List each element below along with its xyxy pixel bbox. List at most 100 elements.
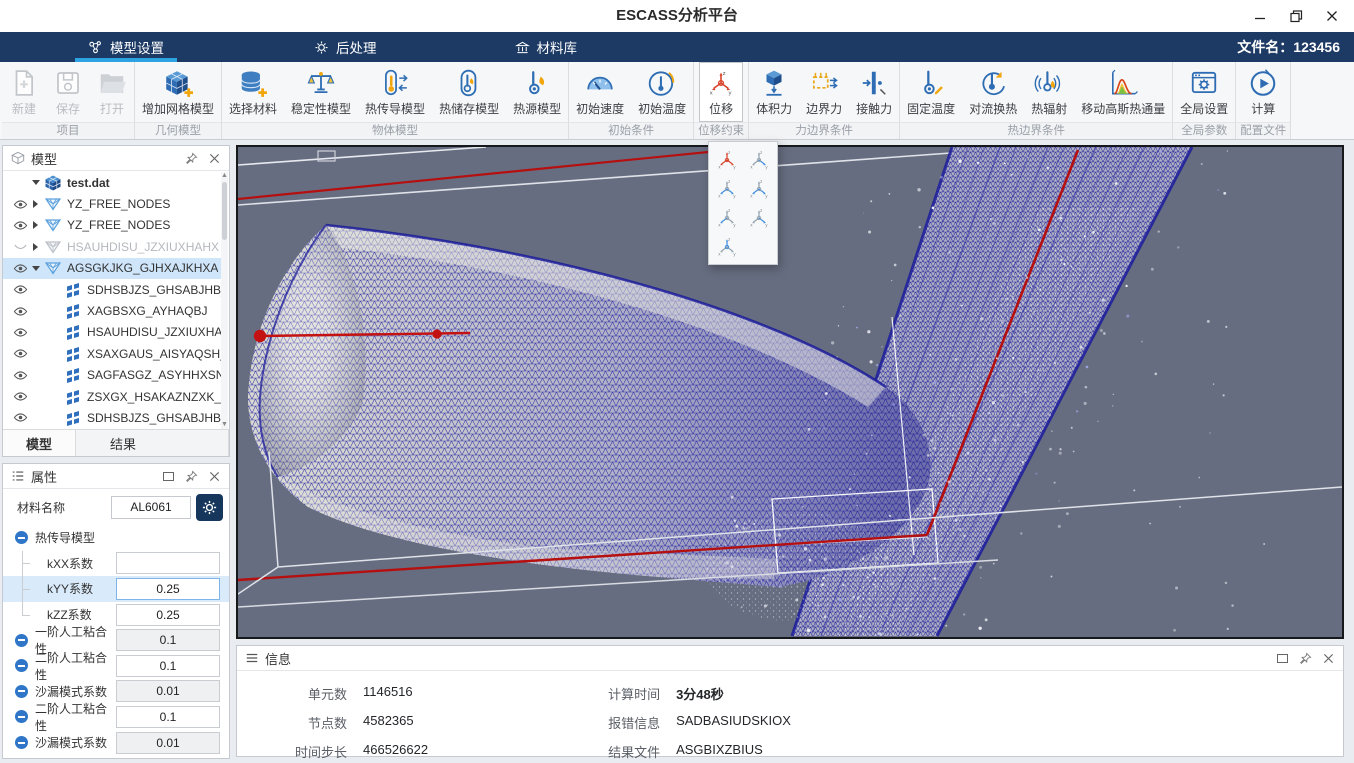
close-panel-icon[interactable] — [207, 469, 221, 483]
tree-item[interactable]: test.dat — [3, 172, 221, 193]
property-value-input[interactable] — [116, 552, 220, 574]
expander-down-icon[interactable] — [29, 266, 42, 271]
restore-button[interactable] — [1278, 0, 1314, 32]
heat-storage-model-button[interactable]: 热储存模型 — [432, 62, 506, 122]
pin-icon[interactable] — [184, 469, 198, 483]
expander-right-icon[interactable] — [29, 200, 42, 208]
model-panel: 模型 test.datYZ_FREE_NODESYZ_FREE_NODESHSA… — [2, 145, 230, 457]
global-settings-button[interactable]: 全局设置 — [1173, 62, 1235, 122]
tab-model-settings[interactable]: 模型设置 — [72, 32, 180, 62]
tree-scrollbar[interactable]: ▲ ▼ — [221, 172, 228, 429]
minus-circle-icon[interactable] — [15, 685, 28, 698]
pin-icon[interactable] — [184, 151, 198, 165]
minus-circle-icon[interactable] — [15, 736, 28, 749]
tab-post-process[interactable]: 后处理 — [298, 32, 393, 62]
open-folder-button[interactable]: 打开 — [90, 62, 134, 122]
minus-circle-icon[interactable] — [15, 710, 28, 723]
property-value-input[interactable] — [116, 706, 220, 728]
visibility-icon[interactable] — [11, 261, 29, 276]
tree-item[interactable]: XSAXGAUS_AISYAQSH_ASHX — [3, 343, 221, 364]
tree-item[interactable]: AGSGKJKG_GJHXAJKHXA — [3, 258, 221, 279]
tree-item[interactable]: XAGBSXG_AYHAQBJ — [3, 300, 221, 321]
displacement-option-4[interactable]: zxy — [743, 174, 775, 203]
expander-right-icon[interactable] — [29, 243, 42, 251]
viewport-3d[interactable] — [236, 145, 1344, 639]
displacement-option-2[interactable]: zxy — [743, 145, 775, 174]
visibility-icon[interactable] — [11, 389, 29, 404]
tree-item[interactable]: HSAUHDISU_JZXIUXHAHX — [3, 322, 221, 343]
displacement-option-6[interactable]: zxy — [743, 203, 775, 232]
material-name-input[interactable] — [111, 496, 191, 519]
displacement-option-5[interactable]: zxy — [711, 203, 743, 232]
scroll-down-icon[interactable]: ▼ — [221, 421, 228, 429]
visibility-icon[interactable] — [11, 197, 29, 212]
property-row[interactable]: kYY系数 — [3, 576, 229, 602]
minus-circle-icon[interactable] — [15, 531, 28, 544]
property-row[interactable]: 二阶人工粘合性 — [3, 653, 229, 679]
restore-panel-icon[interactable] — [1275, 651, 1289, 665]
property-value-input[interactable] — [116, 680, 220, 702]
tree-item[interactable]: YZ_FREE_NODES — [3, 193, 221, 214]
minus-circle-icon[interactable] — [15, 634, 28, 647]
tab-results[interactable]: 结果 — [76, 430, 229, 456]
visibility-icon[interactable] — [11, 368, 29, 383]
tree-item[interactable]: YZ_FREE_NODES — [3, 215, 221, 236]
property-value-input[interactable] — [116, 732, 220, 754]
visibility-icon[interactable] — [11, 410, 29, 425]
new-file-button[interactable]: 新建 — [2, 62, 46, 122]
close-button[interactable] — [1314, 0, 1350, 32]
add-mesh-model-button[interactable]: 增加网格模型 — [135, 62, 221, 122]
displacement-option-1[interactable]: zxy — [711, 145, 743, 174]
property-value-input[interactable] — [116, 655, 220, 677]
property-row[interactable]: 二阶人工粘合性 — [3, 704, 229, 730]
visibility-off-icon[interactable] — [11, 239, 29, 254]
displacement-option-7[interactable]: zxy — [711, 232, 743, 261]
compute-button[interactable]: 计算 — [1241, 62, 1285, 122]
property-value-input[interactable] — [116, 604, 220, 626]
tab-material-library[interactable]: 材料库 — [499, 32, 594, 62]
tree-item[interactable]: SDHSBJZS_GHSABJHB_ZAHU — [3, 407, 221, 428]
property-value-input[interactable] — [116, 629, 220, 651]
body-force-button[interactable]: 体积力 — [749, 62, 799, 122]
boundary-force-button[interactable]: 边界力 — [799, 62, 849, 122]
property-row[interactable]: kXX系数 — [3, 551, 229, 577]
visibility-icon[interactable] — [11, 346, 29, 361]
tree-item[interactable]: ZSXGX_HSAKAZNZXK_AHASX — [3, 386, 221, 407]
expander-right-icon[interactable] — [29, 221, 42, 229]
scrollbar-thumb[interactable] — [222, 182, 227, 240]
minimize-button[interactable] — [1242, 0, 1278, 32]
initial-temperature-button[interactable]: 初始温度 — [631, 62, 693, 122]
tree-item[interactable]: HSAUHDISU_JZXIUXHAHX — [3, 236, 221, 257]
scroll-up-icon[interactable]: ▲ — [221, 172, 228, 180]
tree-item[interactable]: SDHSBJZS_GHSABJHB_ZAHU — [3, 279, 221, 300]
displacement-option-3[interactable]: zxy — [711, 174, 743, 203]
displacement-button[interactable]: zxy位移 — [699, 62, 743, 122]
property-row[interactable]: 热传导模型 — [3, 525, 229, 551]
visibility-icon[interactable] — [11, 218, 29, 233]
tree-item[interactable]: SAGFASGZ_ASYHHXSN — [3, 365, 221, 386]
contact-force-button[interactable]: 接触力 — [849, 62, 899, 122]
thermal-radiation-button[interactable]: 热辐射 — [1024, 62, 1074, 122]
stability-model-button[interactable]: 稳定性模型 — [284, 62, 358, 122]
restore-panel-icon[interactable] — [161, 469, 175, 483]
moving-gauss-heat-flux-button[interactable]: 移动高斯热通量 — [1074, 62, 1172, 122]
save-button[interactable]: 保存 — [46, 62, 90, 122]
close-panel-icon[interactable] — [1321, 651, 1335, 665]
heat-source-model-button[interactable]: 热源模型 — [506, 62, 568, 122]
select-material-button[interactable]: 选择材料 — [222, 62, 284, 122]
visibility-icon[interactable] — [11, 304, 29, 319]
initial-velocity-button[interactable]: 初始速度 — [569, 62, 631, 122]
fixed-temperature-button[interactable]: 固定温度 — [900, 62, 962, 122]
heat-conduction-model-button[interactable]: 热传导模型 — [358, 62, 432, 122]
material-settings-button[interactable] — [196, 494, 223, 521]
minus-circle-icon[interactable] — [15, 659, 28, 672]
tab-model[interactable]: 模型 — [3, 430, 76, 456]
close-panel-icon[interactable] — [207, 151, 221, 165]
visibility-icon[interactable] — [11, 325, 29, 340]
pin-icon[interactable] — [1298, 651, 1312, 665]
property-row[interactable]: 沙漏模式系数 — [3, 730, 229, 756]
convection-button[interactable]: 对流换热 — [962, 62, 1024, 122]
visibility-icon[interactable] — [11, 282, 29, 297]
expander-down-icon[interactable] — [29, 180, 42, 185]
property-value-input[interactable] — [116, 578, 220, 600]
